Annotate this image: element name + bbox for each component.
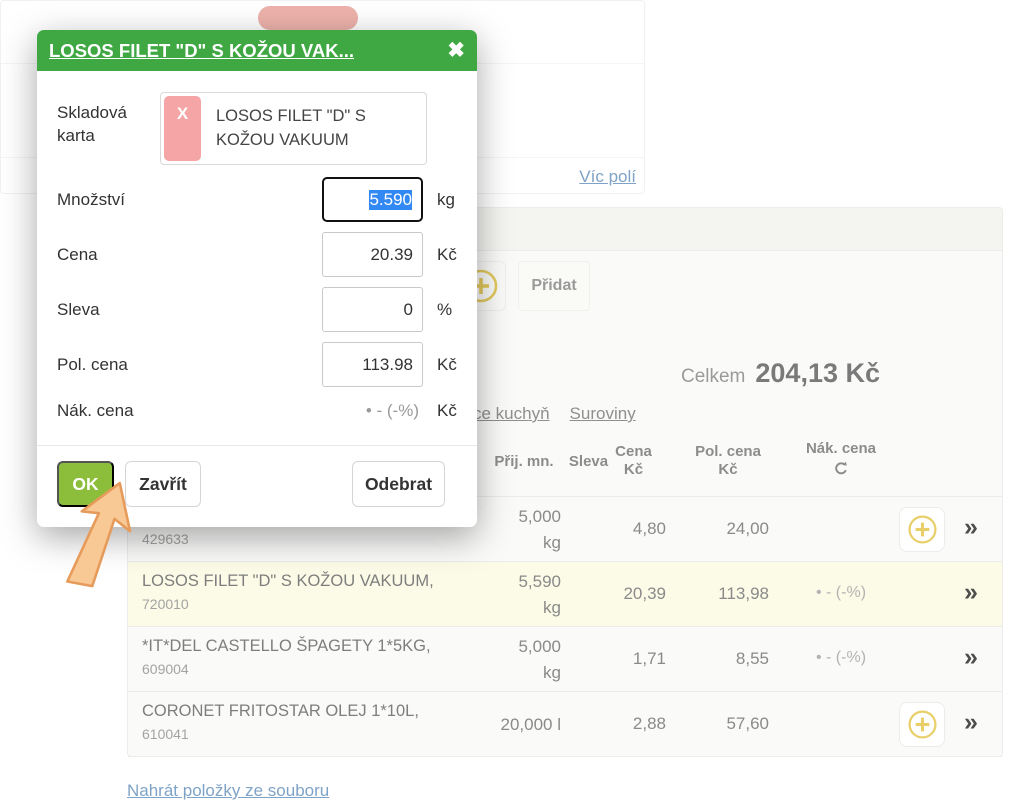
table-row[interactable]: CORONET FRITOSTAR OLEJ 1*10L, 610041 20,…	[128, 691, 1002, 757]
row-add-button[interactable]	[899, 702, 945, 747]
item-code: 609004	[142, 661, 462, 677]
stock-card-value: LOSOS FILET "D" S KOŽOU VAKUUM	[204, 93, 426, 164]
qty-unit: kg	[461, 663, 561, 683]
price-input[interactable]: 20.39	[322, 232, 423, 277]
remove-button-behind-modal[interactable]	[258, 6, 358, 30]
purchase-price-cell: • - (-%)	[796, 584, 886, 602]
col-header-received-qty: Přij. mn.	[484, 453, 564, 471]
item-code: 610041	[142, 726, 462, 742]
upload-items-link[interactable]: Nahrát položky ze souboru	[127, 781, 329, 801]
qty-value: 5,000	[461, 637, 561, 657]
item-name: LOSOS FILET "D" S KOŽOU VAKUUM,	[142, 572, 462, 594]
col-header-purchase-price: Nák. cena	[796, 440, 886, 483]
plus-circle-icon	[907, 709, 938, 740]
table-row[interactable]: *IT*DEL CASTELLO ŠPAGETY 1*5KG, 609004 5…	[128, 626, 1002, 691]
item-name-cell: LOSOS FILET "D" S KOŽOU VAKUUM, 720010	[142, 572, 462, 612]
total-label: Celkem	[681, 366, 745, 388]
footer-divider	[37, 445, 477, 446]
total-value: 204,13 Kč	[755, 358, 880, 389]
price-cell: 1,71	[601, 649, 666, 669]
item-name-cell: CORONET FRITOSTAR OLEJ 1*10L, 610041	[142, 702, 462, 742]
item-price-label: Pol. cena	[57, 355, 128, 375]
category-tabs: ce kuchyň Suroviny	[473, 404, 636, 424]
item-code: 720010	[142, 596, 462, 612]
qty-value: 5,590	[461, 572, 561, 592]
more-fields-link[interactable]: Víc polí	[579, 167, 636, 187]
qty-cell: 20,000 l	[461, 692, 561, 757]
quantity-input[interactable]: 5.590	[322, 177, 423, 222]
table-row-highlighted[interactable]: LOSOS FILET "D" S KOŽOU VAKUUM, 720010 5…	[128, 561, 1002, 626]
row-expand-chevron[interactable]: »	[964, 578, 994, 607]
price-unit: Kč	[437, 245, 457, 265]
item-name: *IT*DEL CASTELLO ŠPAGETY 1*5KG,	[142, 637, 462, 659]
discount-label: Sleva	[57, 300, 100, 320]
quantity-unit: kg	[437, 190, 455, 210]
modal-title: LOSOS FILET "D" S KOŽOU VAK...	[49, 40, 439, 62]
item-price-cell: 8,55	[691, 649, 769, 669]
remove-button[interactable]: Odebrat	[352, 461, 445, 507]
purchase-price-value: • - (-%)	[322, 401, 423, 421]
remove-stock-card-button[interactable]: X	[164, 96, 201, 161]
discount-unit: %	[437, 300, 452, 320]
close-icon[interactable]: ✖	[447, 38, 465, 63]
col-header-price: Cena Kč	[601, 443, 666, 479]
stock-card-label: Skladová karta	[57, 102, 147, 148]
quantity-label: Množství	[57, 190, 125, 210]
purchase-price-unit: Kč	[437, 401, 457, 421]
price-cell: 20,39	[601, 584, 666, 604]
qty-cell: 5,590 kg	[461, 562, 561, 627]
item-price-input[interactable]: 113.98	[322, 342, 423, 387]
item-edit-modal: LOSOS FILET "D" S KOŽOU VAK... ✖ Skladov…	[37, 30, 477, 527]
price-cell: 2,88	[601, 714, 666, 734]
item-price-cell: 113,98	[691, 584, 769, 604]
plus-circle-icon	[907, 514, 938, 545]
qty-value: 20,000 l	[461, 715, 561, 735]
tab-suroviny[interactable]: Suroviny	[570, 404, 636, 424]
modal-header[interactable]: LOSOS FILET "D" S KOŽOU VAK... ✖	[37, 30, 477, 71]
item-code: 429633	[142, 531, 462, 547]
total-block: Celkem 204,13 Kč	[681, 358, 880, 389]
stock-card-field: X LOSOS FILET "D" S KOŽOU VAKUUM	[160, 92, 427, 165]
qty-cell: 5,000 kg	[461, 627, 561, 692]
item-name-cell: *IT*DEL CASTELLO ŠPAGETY 1*5KG, 609004	[142, 637, 462, 677]
item-name: CORONET FRITOSTAR OLEJ 1*10L,	[142, 702, 462, 724]
tab-kitchen[interactable]: ce kuchyň	[473, 404, 550, 424]
item-price-unit: Kč	[437, 355, 457, 375]
price-label: Cena	[57, 245, 98, 265]
purchase-price-label: Nák. cena	[57, 401, 134, 421]
qty-unit: kg	[461, 533, 561, 553]
refresh-icon[interactable]	[832, 460, 850, 478]
item-price-cell: 57,60	[691, 714, 769, 734]
price-cell: 4,80	[601, 519, 666, 539]
selected-text: 5.590	[369, 190, 412, 210]
row-expand-chevron[interactable]: »	[964, 708, 994, 737]
col-header-item-price: Pol. cena Kč	[683, 443, 773, 479]
row-add-button[interactable]	[899, 507, 945, 552]
discount-input[interactable]: 0	[322, 287, 423, 332]
qty-unit: kg	[461, 598, 561, 618]
purchase-price-cell: • - (-%)	[796, 649, 886, 667]
add-button[interactable]: Přidat	[518, 261, 590, 311]
row-expand-chevron[interactable]: »	[964, 643, 994, 672]
item-price-cell: 24,00	[691, 519, 769, 539]
row-expand-chevron[interactable]: »	[964, 513, 994, 542]
